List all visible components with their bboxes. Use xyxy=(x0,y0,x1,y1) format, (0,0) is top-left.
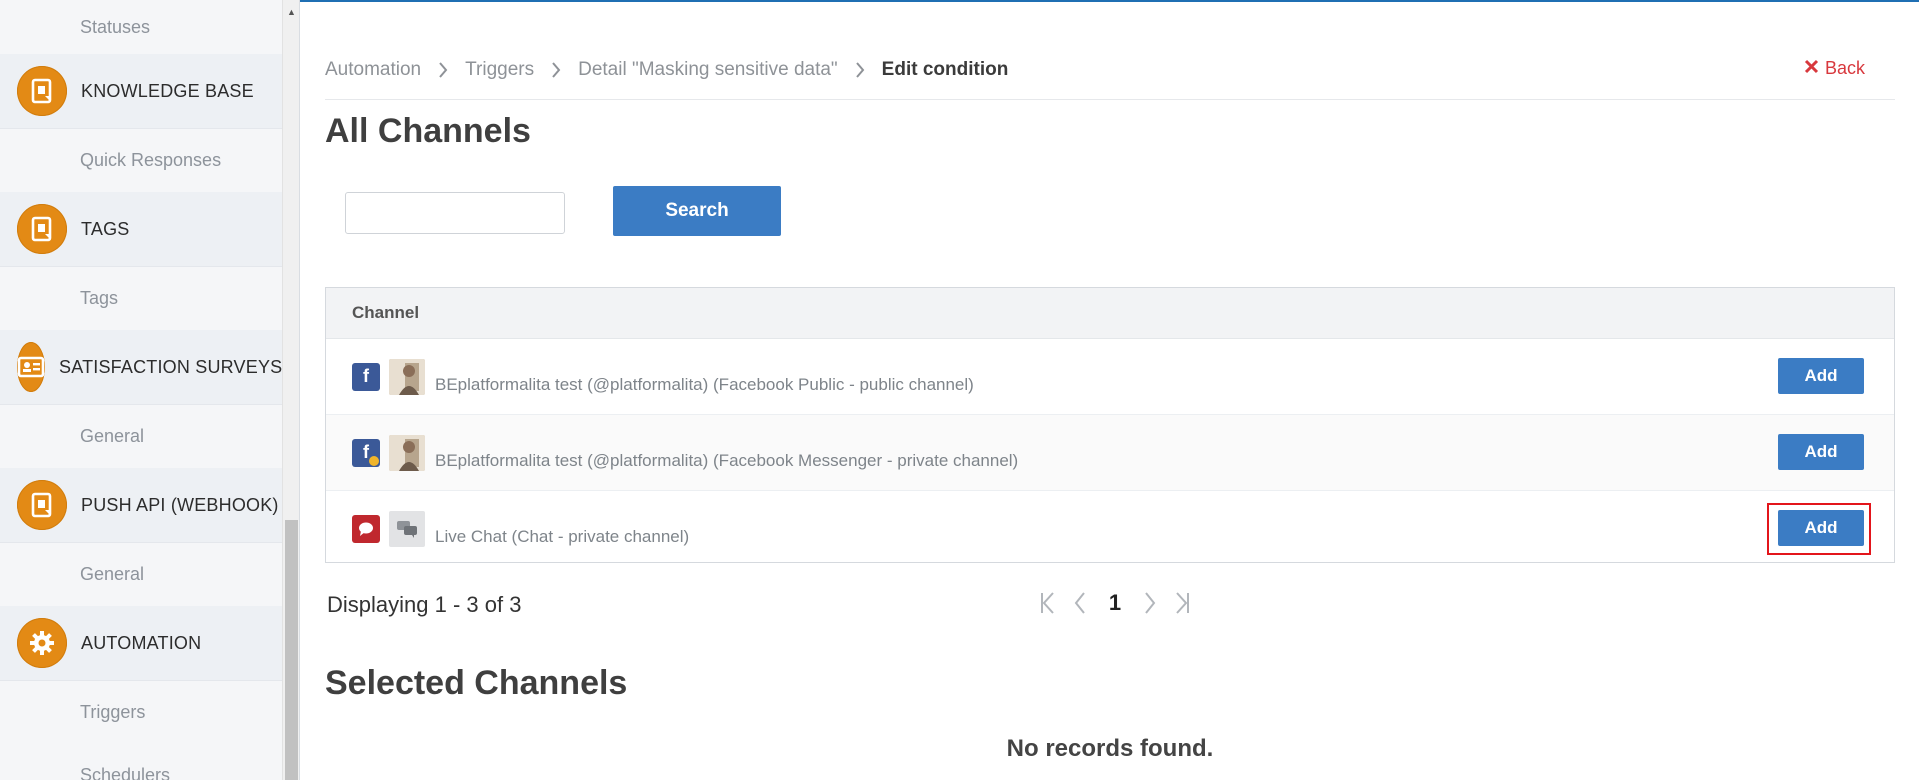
add-button[interactable]: Add xyxy=(1778,358,1864,394)
id-card-icon xyxy=(17,342,45,392)
sidebar-item-general[interactable]: General xyxy=(0,543,282,606)
sidebar-divider xyxy=(299,0,300,780)
sidebar-item-tags[interactable]: Tags xyxy=(0,267,282,330)
back-label: Back xyxy=(1824,58,1865,78)
last-page-icon[interactable] xyxy=(1171,590,1193,616)
all-channels-title: All Channels xyxy=(325,112,531,150)
sidebar: Statuses KNOWLEDGE BASE Quick Responses … xyxy=(0,0,282,780)
breadcrumb: Automation Triggers Detail "Masking sens… xyxy=(325,58,1008,82)
breadcrumb-triggers[interactable]: Triggers xyxy=(465,59,534,81)
avatar xyxy=(389,434,425,471)
avatar xyxy=(389,358,425,395)
sidebar-section-label: KNOWLEDGE BASE xyxy=(81,80,254,101)
sidebar-item-general[interactable]: General xyxy=(0,405,282,468)
sidebar-item-label: Triggers xyxy=(80,702,146,722)
sidebar-item-quick-responses[interactable]: Quick Responses xyxy=(0,129,282,192)
sidebar-item-label: Tags xyxy=(80,288,119,308)
table-row: Live Chat (Chat - private channel) Add xyxy=(326,491,1894,566)
sidebar-item-schedulers[interactable]: Schedulers xyxy=(0,744,282,780)
add-button[interactable]: Add xyxy=(1778,510,1864,546)
sidebar-section-knowledge-base[interactable]: KNOWLEDGE BASE xyxy=(0,54,282,129)
page-number-current[interactable]: 1 xyxy=(1101,590,1129,616)
sidebar-item-label: Statuses xyxy=(80,16,151,37)
facebook-messenger-icon: f xyxy=(352,438,380,467)
breadcrumb-current: Edit condition xyxy=(881,59,1009,80)
column-header-channel[interactable]: Channel xyxy=(326,288,1894,339)
search-button[interactable]: Search xyxy=(613,186,781,236)
scroll-up-arrow-icon[interactable]: ▲ xyxy=(283,6,300,18)
header-divider xyxy=(325,99,1895,100)
previous-page-icon[interactable] xyxy=(1069,590,1091,616)
sidebar-item-label: Schedulers xyxy=(80,765,171,780)
main-content: Automation Triggers Detail "Masking sens… xyxy=(325,0,1895,780)
sidebar-section-label: SATISFACTION SURVEYS xyxy=(59,356,282,377)
sidebar-item-statuses[interactable]: Statuses xyxy=(0,0,282,54)
close-icon xyxy=(1804,58,1819,79)
channels-grid: Channel f BEplatformalita test (@platfor… xyxy=(325,287,1895,563)
sidebar-section-label: PUSH API (WEBHOOK) xyxy=(81,494,279,515)
pager: 1 xyxy=(1037,590,1193,616)
facebook-icon: f xyxy=(352,362,380,391)
add-button[interactable]: Add xyxy=(1778,434,1864,470)
first-page-icon[interactable] xyxy=(1037,590,1059,616)
chevron-right-icon xyxy=(855,62,865,78)
chevron-right-icon xyxy=(438,62,448,78)
chat-avatar-icon xyxy=(389,510,425,547)
chat-bubble-icon xyxy=(352,514,380,543)
table-row: f BEplatformalita test (@platformalita) … xyxy=(326,415,1894,491)
gear-icon xyxy=(17,618,67,668)
table-row: f BEplatformalita test (@platformalita) … xyxy=(326,339,1894,415)
breadcrumb-automation[interactable]: Automation xyxy=(325,59,421,81)
sidebar-scrollbar[interactable]: ▲ xyxy=(282,0,300,780)
next-page-icon[interactable] xyxy=(1139,590,1161,616)
sidebar-section-satisfaction-surveys[interactable]: SATISFACTION SURVEYS xyxy=(0,330,282,405)
sidebar-section-push-api[interactable]: PUSH API (WEBHOOK) xyxy=(0,468,282,543)
selected-channels-title: Selected Channels xyxy=(325,664,628,702)
sidebar-section-tags[interactable]: TAGS xyxy=(0,192,282,267)
channel-name: BEplatformalita test (@platformalita) (F… xyxy=(435,450,1019,470)
back-link[interactable]: Back xyxy=(1804,58,1865,79)
channel-name: Live Chat (Chat - private channel) xyxy=(435,526,690,546)
channel-name: BEplatformalita test (@platformalita) (F… xyxy=(435,374,974,394)
pagination-summary: Displaying 1 - 3 of 3 xyxy=(327,592,522,617)
document-icon xyxy=(17,204,67,254)
breadcrumb-trigger-detail[interactable]: Detail "Masking sensitive data" xyxy=(578,59,838,81)
sidebar-section-automation[interactable]: AUTOMATION xyxy=(0,606,282,681)
sidebar-item-label: Quick Responses xyxy=(80,150,222,170)
sidebar-section-label: AUTOMATION xyxy=(81,632,202,653)
no-records-message: No records found. xyxy=(1006,735,1214,762)
document-icon xyxy=(17,480,67,530)
scrollbar-thumb[interactable] xyxy=(285,520,298,780)
sidebar-section-label: TAGS xyxy=(81,218,130,239)
sidebar-item-label: General xyxy=(80,426,145,446)
chevron-right-icon xyxy=(551,62,561,78)
sidebar-item-label: General xyxy=(80,564,145,584)
search-input[interactable] xyxy=(345,192,565,234)
sidebar-item-triggers[interactable]: Triggers xyxy=(0,681,282,744)
document-icon xyxy=(17,66,67,116)
